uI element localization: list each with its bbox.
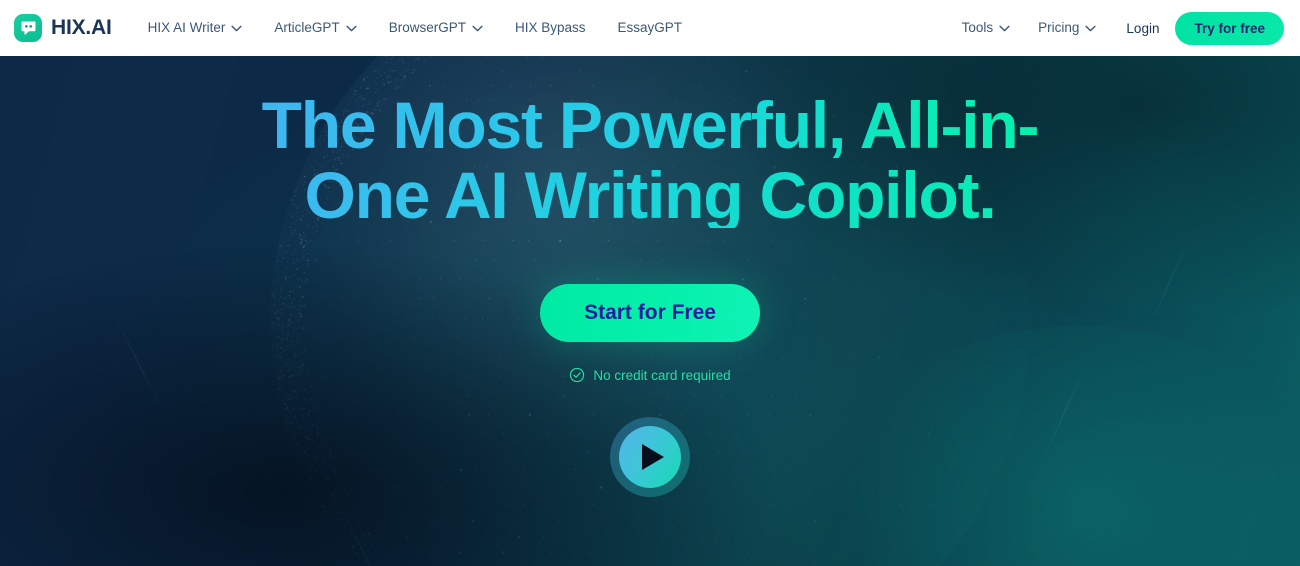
- nav-item-articlegpt[interactable]: ArticleGPT: [258, 0, 372, 56]
- chevron-down-icon: [1085, 25, 1097, 32]
- play-triangle: [642, 444, 664, 470]
- nav-item-hix-bypass[interactable]: HIX Bypass: [499, 0, 602, 56]
- headline-line-1: The Most Powerful, All-in-: [261, 88, 1040, 162]
- brand-name: HIX.AI: [51, 16, 112, 39]
- hero-content: The Most Powerful, All-in- One AI Writin…: [0, 56, 1300, 566]
- chevron-down-icon: [472, 25, 483, 32]
- nav-item-label: Pricing: [1038, 20, 1080, 35]
- nav-item-pricing[interactable]: Pricing: [1024, 0, 1110, 56]
- play-video-button[interactable]: [610, 417, 690, 497]
- chevron-down-icon: [999, 25, 1010, 32]
- hero-section: The Most Powerful, All-in- One AI Writin…: [0, 56, 1300, 566]
- play-icon: [619, 426, 681, 488]
- nav-item-browsergpt[interactable]: BrowserGPT: [373, 0, 499, 56]
- chevron-down-icon: [346, 25, 357, 32]
- chat-bubble-icon: [14, 14, 42, 42]
- nav-item-hix-ai-writer[interactable]: HIX AI Writer: [148, 0, 259, 56]
- nav-item-essaygpt[interactable]: EssayGPT: [601, 0, 698, 56]
- login-link[interactable]: Login: [1110, 21, 1175, 36]
- nav-item-label: ArticleGPT: [274, 20, 340, 35]
- headline-line-2: One AI Writing Copilot.: [262, 162, 1039, 228]
- chevron-down-icon: [231, 25, 243, 32]
- try-for-free-button[interactable]: Try for free: [1175, 11, 1284, 45]
- no-credit-card-label: No credit card required: [593, 367, 731, 383]
- check-circle-icon: [569, 367, 585, 383]
- nav-item-label: BrowserGPT: [388, 20, 466, 35]
- nav-item-label: HIX Bypass: [514, 20, 586, 35]
- nav-item-tools[interactable]: Tools: [948, 0, 1025, 56]
- site-header: HIX.AI HIX AI Writer ArticleGPT BrowserG…: [0, 0, 1300, 56]
- nav-item-label: HIX AI Writer: [147, 20, 226, 35]
- brand-logo[interactable]: HIX.AI: [14, 14, 112, 42]
- nav-item-label: EssayGPT: [617, 20, 682, 35]
- nav-item-label: Tools: [961, 20, 994, 35]
- page-title: The Most Powerful, All-in- One AI Writin…: [261, 88, 1040, 228]
- header-actions: Tools Pricing Login Try for free: [948, 0, 1284, 56]
- primary-nav: HIX AI Writer ArticleGPT BrowserGPT HIX …: [148, 0, 698, 56]
- start-for-free-button[interactable]: Start for Free: [540, 284, 760, 342]
- no-credit-card-note: No credit card required: [569, 367, 731, 383]
